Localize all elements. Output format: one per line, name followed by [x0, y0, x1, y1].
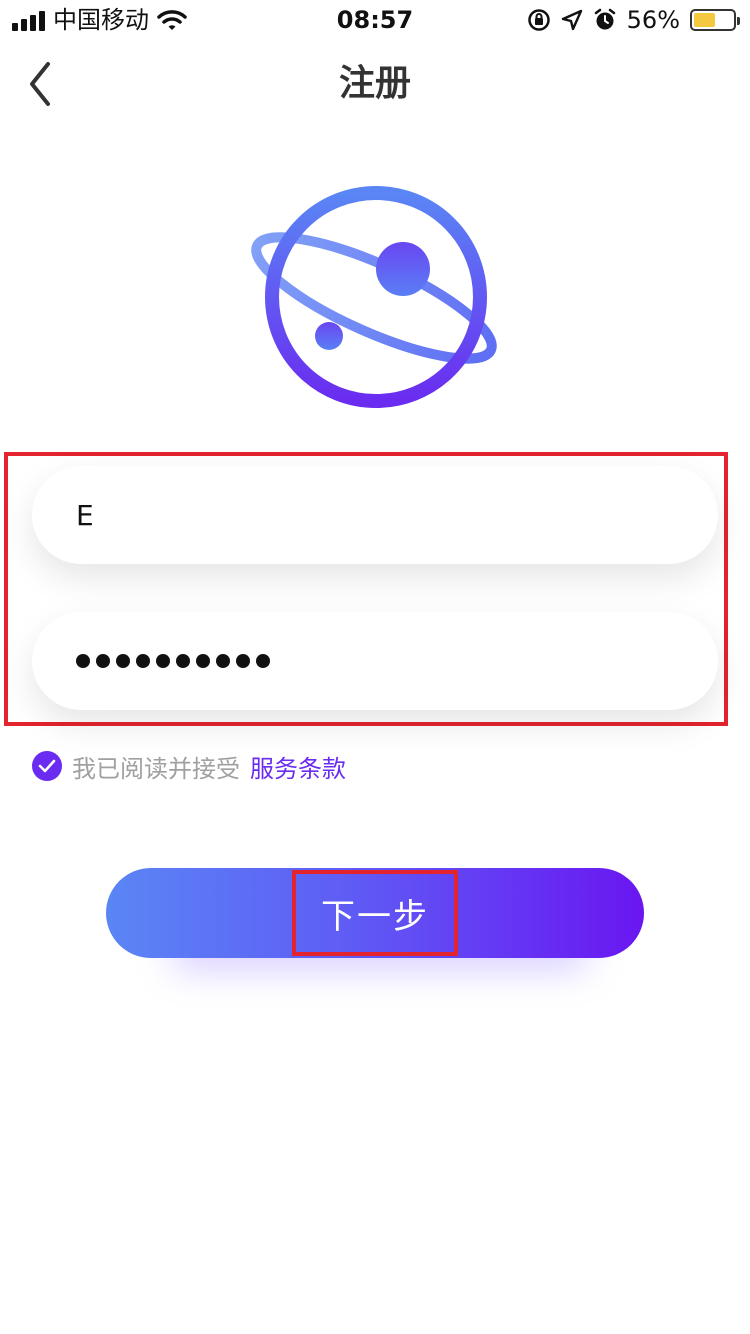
- agreement-row: 我已阅读并接受 服务条款: [32, 748, 346, 784]
- password-dot: [136, 654, 150, 668]
- battery-cap: [737, 17, 740, 25]
- email-input-value: E: [76, 498, 94, 532]
- password-dot: [196, 654, 210, 668]
- battery-fill: [694, 13, 715, 27]
- password-dot: [156, 654, 170, 668]
- password-input[interactable]: [32, 612, 718, 710]
- location-icon: [561, 9, 582, 31]
- checkmark-icon: [38, 759, 56, 773]
- password-mask: [76, 654, 270, 668]
- agreement-text: 我已阅读并接受: [72, 754, 240, 783]
- battery-icon: [690, 9, 740, 31]
- planet-icon: [251, 186, 497, 408]
- password-dot: [236, 654, 250, 668]
- password-dot: [216, 654, 230, 668]
- password-dot: [96, 654, 110, 668]
- status-right: 56%: [527, 6, 740, 34]
- terms-link[interactable]: 服务条款: [250, 749, 346, 784]
- password-dot: [116, 654, 130, 668]
- nav-bar: 注册: [0, 40, 750, 128]
- battery-percent: 56%: [626, 6, 680, 34]
- page-title: 注册: [338, 63, 411, 104]
- status-bar: 中国移动 08:57 56%: [0, 0, 750, 40]
- alarm-icon: [594, 8, 615, 30]
- rotation-lock-icon: [527, 9, 550, 31]
- password-dot: [256, 654, 270, 668]
- agree-checkbox[interactable]: [32, 751, 62, 781]
- next-button[interactable]: 下一步: [106, 868, 644, 958]
- email-input[interactable]: E: [32, 466, 718, 564]
- next-button-label: 下一步: [321, 896, 429, 937]
- password-dot: [176, 654, 190, 668]
- register-page: 中国移动 08:57 56% 注册 E 我已阅读并接受 服务条款 下一步: [0, 0, 750, 1334]
- password-dot: [76, 654, 90, 668]
